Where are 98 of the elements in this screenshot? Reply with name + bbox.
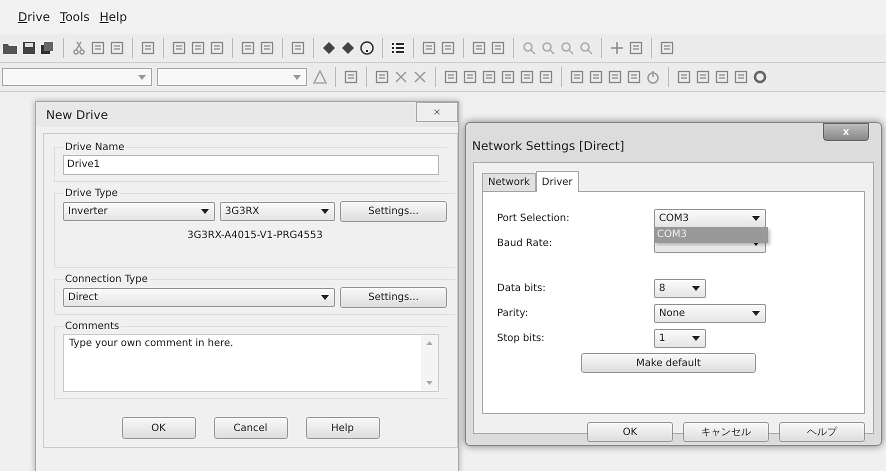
caret-icon [138, 74, 146, 80]
search-icon[interactable] [559, 40, 575, 56]
document-icon[interactable] [209, 40, 225, 56]
document-icon[interactable] [519, 69, 535, 85]
drive-name-field[interactable]: Drive1 [63, 155, 439, 175]
dialog-button[interactable]: キャンセル [683, 422, 769, 442]
power-icon[interactable] [645, 69, 661, 85]
tab[interactable]: Driver [536, 171, 579, 192]
document-icon[interactable] [695, 69, 711, 85]
document-icon[interactable] [140, 40, 156, 56]
dialog-button[interactable]: ヘルプ [779, 422, 865, 442]
caret-icon [321, 209, 329, 214]
menu-item[interactable]: Tools [60, 10, 90, 24]
comments-field[interactable]: Type your own comment in here. [69, 338, 234, 349]
dialog-button[interactable]: OK [587, 422, 673, 442]
document-icon[interactable] [90, 40, 106, 56]
document-icon[interactable] [626, 69, 642, 85]
warning-icon[interactable] [312, 69, 328, 85]
menu-item[interactable]: Drive [18, 10, 50, 24]
document-icon[interactable] [374, 69, 390, 85]
document-icon[interactable] [462, 69, 478, 85]
document-icon[interactable] [421, 40, 437, 56]
scroll-up-icon[interactable] [426, 341, 433, 345]
field-label: Parity: [497, 308, 530, 319]
search-icon[interactable] [521, 40, 537, 56]
diamond-icon[interactable] [340, 40, 356, 56]
document-icon[interactable] [109, 40, 125, 56]
document-icon[interactable] [607, 69, 623, 85]
document-icon[interactable] [240, 40, 256, 56]
document-icon[interactable] [259, 40, 275, 56]
field-label: Data bits: [497, 283, 547, 294]
cut-icon[interactable] [71, 40, 87, 56]
stack-icon[interactable] [40, 40, 56, 56]
dialog-title: Network Settings [Direct] [472, 139, 624, 153]
document-icon[interactable] [290, 40, 306, 56]
connection-type-dropdown[interactable]: Direct [63, 288, 335, 307]
group-label: Connection Type [64, 274, 149, 285]
dialog-button[interactable]: OK [122, 417, 196, 439]
drive-type-dropdown[interactable]: Inverter [63, 202, 215, 221]
field-label: Port Selection: [497, 213, 570, 224]
search-icon[interactable] [540, 40, 556, 56]
close-icon[interactable] [393, 69, 409, 85]
document-icon[interactable] [588, 69, 604, 85]
list-icon[interactable] [390, 40, 406, 56]
document-icon[interactable] [490, 40, 506, 56]
field-label: Stop bits: [497, 333, 546, 344]
caret-icon [692, 286, 700, 291]
document-icon[interactable] [171, 40, 187, 56]
search-icon[interactable] [578, 40, 594, 56]
ring-icon[interactable] [752, 69, 768, 85]
caret-icon [293, 74, 301, 80]
toolbar-combo-box[interactable] [157, 68, 307, 86]
document-icon[interactable] [714, 69, 730, 85]
caret-icon [692, 336, 700, 341]
scroll-down-icon[interactable] [426, 381, 433, 385]
settings-button[interactable]: Settings... [340, 287, 447, 308]
caret-icon [321, 295, 329, 300]
close-icon[interactable] [412, 69, 428, 85]
document-icon[interactable] [481, 69, 497, 85]
document-icon[interactable] [343, 69, 359, 85]
dialog-button[interactable]: Help [306, 417, 380, 439]
document-icon[interactable] [659, 40, 675, 56]
document-icon[interactable] [628, 40, 644, 56]
document-icon[interactable] [190, 40, 206, 56]
save-icon[interactable] [21, 40, 37, 56]
document-icon[interactable] [569, 69, 585, 85]
tab[interactable]: Network [482, 173, 536, 191]
field-label: Baud Rate: [497, 238, 554, 249]
document-icon[interactable] [443, 69, 459, 85]
scrollbar[interactable] [421, 335, 438, 391]
document-icon[interactable] [538, 69, 554, 85]
document-icon[interactable] [440, 40, 456, 56]
group-label: Drive Name [64, 142, 126, 153]
toolbar-combo-box[interactable] [2, 68, 152, 86]
dialog-button[interactable]: Cancel [214, 417, 288, 439]
plus-icon[interactable] [609, 40, 625, 56]
group-label: Drive Type [64, 188, 119, 199]
dialog-title: New Drive [46, 108, 108, 122]
settings-button[interactable]: Settings... [340, 201, 447, 222]
model-description: 3G3RX-A4015-V1-PRG4553 [187, 230, 323, 241]
dropdown[interactable]: 1 [654, 329, 706, 348]
caret-icon [201, 209, 209, 214]
document-icon[interactable] [676, 69, 692, 85]
dropdown[interactable]: 8 [654, 279, 706, 298]
model-dropdown[interactable]: 3G3RX [220, 202, 335, 221]
document-icon[interactable] [733, 69, 749, 85]
circle-icon[interactable] [359, 40, 375, 56]
dropdown[interactable]: COM3 [654, 209, 766, 228]
diamond-icon[interactable] [321, 40, 337, 56]
dropdown[interactable]: None [654, 304, 766, 323]
make-default-button[interactable]: Make default [581, 353, 756, 373]
document-icon[interactable] [471, 40, 487, 56]
caret-icon [752, 216, 760, 221]
group-label: Comments [64, 321, 120, 332]
caret-icon [752, 311, 760, 316]
close-button[interactable]: × [416, 102, 458, 122]
document-icon[interactable] [500, 69, 516, 85]
menu-item[interactable]: Help [100, 10, 127, 24]
